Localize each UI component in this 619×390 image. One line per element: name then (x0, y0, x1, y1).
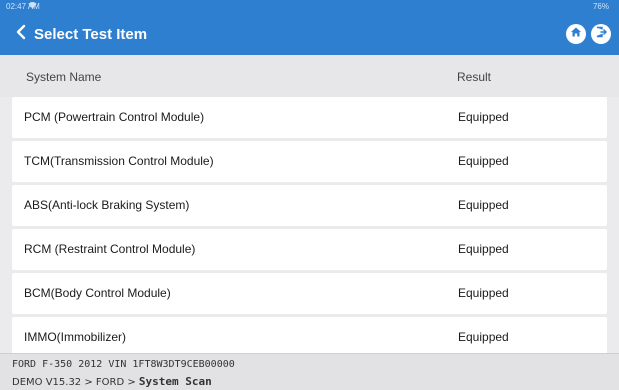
status-bar: 02:47 AM 76% (0, 0, 619, 13)
chevron-left-icon (15, 24, 27, 45)
breadcrumb: DEMO V15.32 > FORD > System Scan (12, 375, 212, 388)
system-name: BCM(Body Control Module) (24, 286, 171, 300)
wifi-icon (28, 1, 37, 11)
table-row[interactable]: BCM(Body Control Module) Equipped (12, 273, 607, 314)
exit-icon (595, 25, 607, 43)
table-row[interactable]: PCM (Powertrain Control Module) Equipped (12, 97, 607, 138)
system-result: Equipped (458, 286, 509, 300)
system-result: Equipped (458, 330, 509, 344)
exit-button[interactable] (591, 24, 611, 44)
vehicle-info: FORD F-350 2012 VIN 1FT8W3DT9CEB00000 (12, 359, 235, 370)
breadcrumb-current: System Scan (138, 375, 212, 388)
column-result: Result (457, 70, 492, 84)
table-row[interactable]: RCM (Restraint Control Module) Equipped (12, 229, 607, 270)
system-result: Equipped (458, 154, 509, 168)
home-button[interactable] (566, 24, 586, 44)
vehicle-info-footer: FORD F-350 2012 VIN 1FT8W3DT9CEB00000 DE… (0, 353, 619, 390)
column-system-name: System Name (26, 70, 102, 84)
system-list[interactable]: PCM (Powertrain Control Module) Equipped… (12, 95, 607, 353)
table-row[interactable]: TCM(Transmission Control Module) Equippe… (12, 141, 607, 182)
table-header: System Name Result (0, 55, 619, 97)
system-name: PCM (Powertrain Control Module) (24, 110, 205, 124)
page-title: Select Test Item (34, 26, 148, 43)
app-header: Select Test Item (0, 13, 619, 55)
system-result: Equipped (458, 110, 509, 124)
system-name: RCM (Restraint Control Module) (24, 242, 196, 256)
back-button[interactable] (10, 23, 32, 45)
system-name: IMMO(Immobilizer) (24, 330, 126, 344)
system-name: ABS(Anti-lock Braking System) (24, 198, 190, 212)
table-row[interactable]: ABS(Anti-lock Braking System) Equipped (12, 185, 607, 226)
system-result: Equipped (458, 242, 509, 256)
breadcrumb-path: DEMO V15.32 > FORD > (12, 377, 139, 388)
system-name: TCM(Transmission Control Module) (24, 154, 214, 168)
battery-level: 76% (592, 2, 609, 11)
home-icon (570, 25, 582, 43)
system-result: Equipped (458, 198, 509, 212)
table-row[interactable]: IMMO(Immobilizer) Equipped (12, 317, 607, 353)
